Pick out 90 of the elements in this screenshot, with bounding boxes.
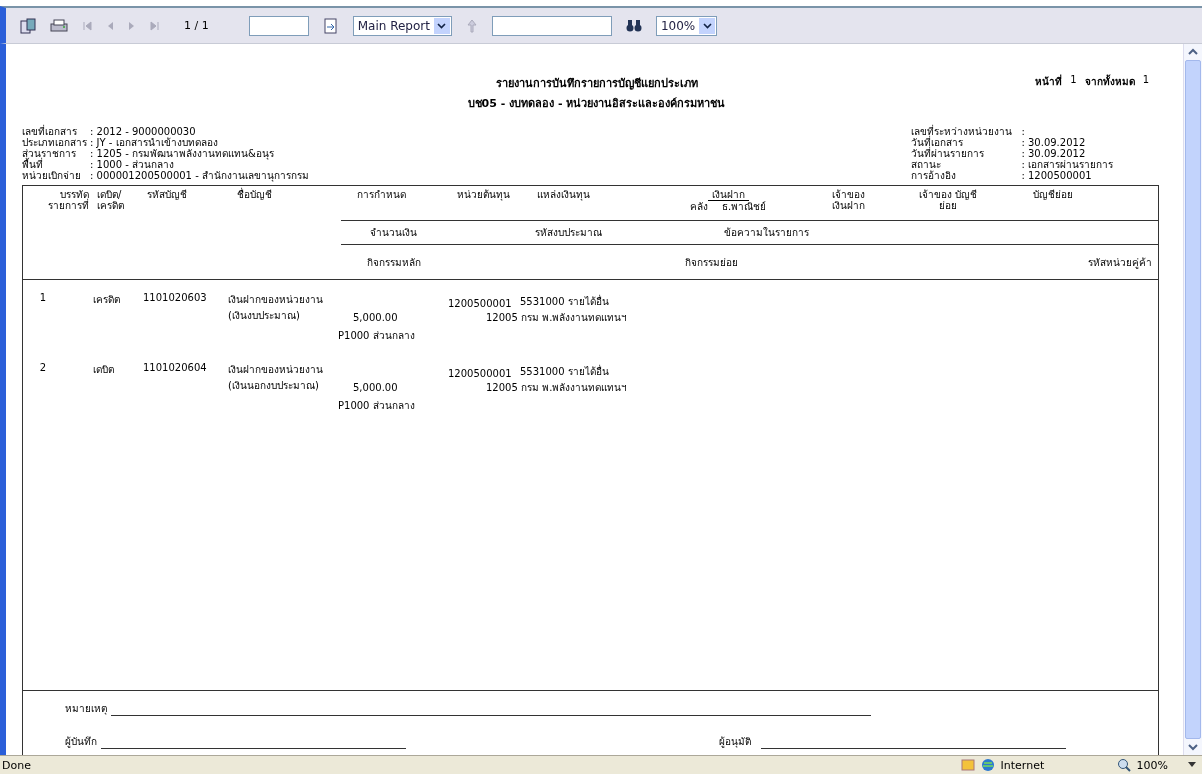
scroll-thumb[interactable]: [1185, 60, 1201, 739]
go-to-page-icon[interactable]: [322, 17, 339, 34]
caret-icon: [702, 22, 712, 29]
main-activity-cell-text: P1000 ส่วนกลาง: [338, 329, 415, 343]
column-header: บรรทัด รายการที่: [47, 189, 90, 213]
column-header: รหัสบัญชี: [146, 189, 188, 202]
export-icon[interactable]: [20, 17, 36, 34]
info-label: การอ้างอิง: [911, 170, 958, 181]
line-number-cell-text: 1: [38, 292, 48, 303]
report-select[interactable]: Main Report: [352, 15, 452, 36]
info-label: ส่วนราชการ: [22, 148, 77, 159]
page-label: หน้าที่: [1035, 74, 1063, 89]
column-header: ชื่อบัญชี: [236, 189, 273, 202]
info-label: พื้นที่: [22, 159, 44, 170]
fund-cell: 5531000 รายได้อื่น: [520, 364, 609, 379]
previous-page-icon[interactable]: [106, 19, 114, 32]
zone-text: Internet: [1000, 758, 1046, 772]
caret-icon[interactable]: [1188, 762, 1196, 768]
info-label: เลขที่เอกสาร: [22, 126, 78, 137]
next-page-icon[interactable]: [128, 19, 136, 32]
column-header: หน่วยต้นทุน: [456, 189, 511, 203]
account-name-cell-text: เงินฝากของหน่วยงาน (เงินงบประมาณ): [227, 293, 324, 323]
budget-code-cell-text: 12005 กรม พ.พลังงานทดแทนฯ: [486, 381, 628, 395]
line-number-cell-text: 2: [38, 362, 48, 373]
column-header: แหล่งเงินทุน: [536, 189, 591, 203]
account-code-cell-text: 1101020604: [142, 362, 208, 373]
total-label: จากทั้งหมด: [1084, 74, 1135, 89]
page-number-field[interactable]: [248, 15, 309, 36]
first-page-icon[interactable]: [82, 19, 92, 32]
search-field[interactable]: [491, 15, 612, 36]
account-code-cell-text: 1101020603: [142, 292, 208, 303]
info-value: : 1205 - กรมพัฒนาพลังงานทดแทน&อนุร: [90, 148, 274, 159]
budget-code-cell-text: 12005 กรม พ.พลังงานทดแทนฯ: [486, 311, 628, 325]
amount-cell: 5,000.00: [353, 312, 398, 323]
status-text: Done: [2, 758, 31, 772]
report-title: รายงานการบันทึกรายการบัญชีแยกประเภท: [495, 76, 698, 92]
column-header: คลัง: [689, 201, 708, 212]
column-header: เจ้าของ บัญชีย่อย: [917, 189, 979, 213]
zoom-select[interactable]: 100%: [655, 15, 718, 36]
column-header: เดบิต/ เครดิต: [96, 189, 125, 213]
total-pages: 1: [1142, 74, 1149, 87]
debit-credit-cell-text: เครดิต: [92, 293, 121, 307]
page-number: 1: [1070, 74, 1077, 87]
binoculars-icon[interactable]: [625, 18, 642, 33]
amount-cell: 5,000.00: [353, 382, 398, 393]
last-page-icon[interactable]: [150, 19, 160, 32]
info-value: :: [1021, 126, 1025, 137]
info-value: : 30.09.2012: [1021, 137, 1086, 148]
page-indicator: 1 / 1: [184, 19, 209, 32]
column-header: ธ.พาณิชย์: [721, 201, 767, 212]
info-label: หน่วยเบิกจ่าย: [22, 170, 82, 181]
cost-center-cell: 1200500001: [448, 298, 512, 309]
globe-icon: [980, 758, 995, 772]
print-icon[interactable]: [50, 17, 68, 34]
column-header: ข้อความในรายการ: [722, 227, 810, 238]
zoom-icon[interactable]: [1116, 758, 1131, 772]
info-label: เลขที่ระหว่างหน่วยงาน: [911, 126, 1014, 137]
scroll-down-icon[interactable]: [1188, 743, 1198, 751]
debit-credit-cell-text: เดบิต: [92, 363, 115, 377]
account-name-cell-text: เงินฝากของหน่วยงาน (เงินนอกงบประมาณ): [227, 363, 324, 393]
info-value: : เอกสารผ่านรายการ: [1021, 159, 1113, 170]
cost-center-cell: 1200500001: [448, 368, 512, 379]
up-arrow-icon[interactable]: [465, 17, 478, 34]
column-header: การกำหนด: [356, 189, 407, 202]
column-header: บัญชีย่อย: [1032, 189, 1074, 202]
zoom-level[interactable]: 100%: [1136, 758, 1168, 772]
remarks-label: หมายเหตุ: [65, 702, 107, 716]
column-header: เงินฝาก: [707, 189, 749, 201]
column-header: เจ้าของ เงินฝาก: [830, 189, 866, 213]
column-header: รหัสงบประมาณ: [534, 227, 603, 238]
info-value: : 2012 - 9000000030: [90, 126, 196, 137]
recorder-label: ผู้บันทึก: [65, 735, 97, 749]
info-label: ประเภทเอกสาร: [22, 137, 88, 148]
info-value: : 30.09.2012: [1021, 148, 1086, 159]
vertical-scrollbar[interactable]: [1183, 44, 1202, 755]
info-value: : JY - เอกสารนำเข้างบทดลอง: [90, 137, 218, 148]
info-value: : 1000 - ส่วนกลาง: [90, 159, 174, 170]
info-value: : 000001200500001 - สำนักงานเลขานุการกรม: [90, 170, 309, 181]
column-header: กิจกรรมย่อย: [683, 256, 739, 268]
column-header: จำนวนเงิน: [369, 227, 418, 238]
main-activity-cell-text: P1000 ส่วนกลาง: [338, 399, 415, 413]
info-label: สถานะ: [911, 159, 943, 170]
caret-icon: [437, 22, 447, 29]
fund-cell: 5531000 รายได้อื่น: [520, 294, 609, 309]
approver-label: ผู้อนุมัติ: [719, 735, 751, 749]
scroll-up-icon[interactable]: [1188, 48, 1198, 56]
column-header: รหัสหน่วยคู่ค้า: [1087, 256, 1153, 268]
info-value: : 1200500001: [1021, 170, 1092, 181]
report-subtitle: บช05 - งบทดลอง - หน่วยงานอิสระและองค์กรมหาชน: [467, 96, 726, 112]
column-header: กิจกรรมหลัก: [365, 256, 422, 268]
